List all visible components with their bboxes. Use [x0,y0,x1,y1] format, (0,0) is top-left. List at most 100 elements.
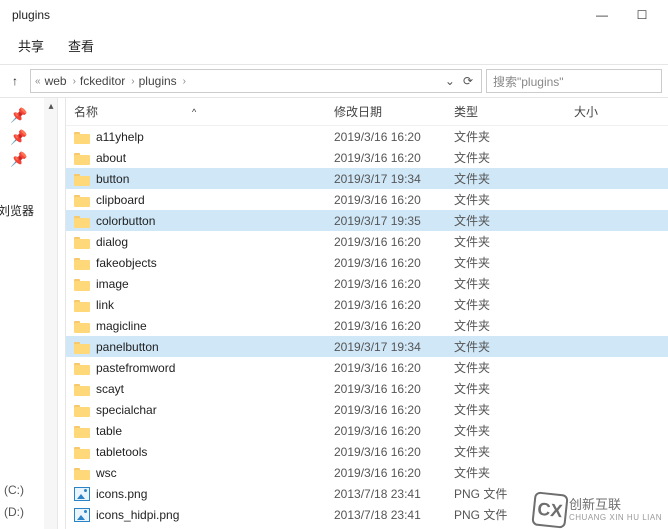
cell-type: 文件夹 [454,149,574,166]
cell-date: 2019/3/16 16:20 [334,256,454,270]
cell-date: 2019/3/16 16:20 [334,235,454,249]
folder-icon [74,340,90,354]
table-row[interactable]: dialog 2019/3/16 16:20文件夹 [66,231,668,252]
table-row[interactable]: clipboard 2019/3/16 16:20文件夹 [66,189,668,210]
table-row[interactable]: icons.png2013/7/18 23:41PNG 文件 [66,483,668,504]
cell-date: 2019/3/16 16:20 [334,382,454,396]
nav-up-button[interactable]: ↑ [0,74,30,88]
table-row[interactable]: colorbutton2019/3/17 19:35文件夹 [66,210,668,231]
search-placeholder: 搜索"plugins" [493,73,564,90]
breadcrumb[interactable]: « web › fckeditor › plugins › ⌄ ⟳ [30,69,482,93]
chevron-right-icon[interactable]: › [183,76,186,87]
sort-indicator-icon: ^ [192,107,196,117]
minimize-button[interactable]: — [582,1,622,29]
folder-icon [74,466,90,480]
maximize-button[interactable]: ☐ [622,1,662,29]
file-name: tabletools [96,445,147,459]
history-dropdown-icon[interactable]: ⌄ [445,74,455,88]
file-name: about [96,151,126,165]
breadcrumb-item-fckeditor[interactable]: fckeditor › [80,74,135,88]
cell-name: panelbutton [74,340,334,354]
table-row[interactable]: image2019/3/16 16:20文件夹 [66,273,668,294]
cell-name: button [74,172,334,186]
col-type[interactable]: 类型 [454,103,574,120]
file-name: fakeobjects [96,256,157,270]
tab-view[interactable]: 查看 [68,36,94,55]
cell-date: 2019/3/16 16:20 [334,193,454,207]
pin-icon[interactable]: 📌 [8,148,30,170]
col-size[interactable]: 大小 [574,103,668,120]
scroll-up-icon[interactable]: ▴ [44,98,58,114]
cell-type: 文件夹 [454,359,574,376]
file-name: scayt [96,382,124,396]
cell-name: a11yhelp [74,130,334,144]
drive-c[interactable]: (C:) [4,479,24,501]
col-type-label: 类型 [454,103,478,120]
cell-name: pastefromword [74,361,334,375]
cell-type: 文件夹 [454,191,574,208]
file-name: colorbutton [96,214,155,228]
col-date-label: 修改日期 [334,103,382,120]
up-arrow-icon: ↑ [12,74,18,88]
cell-name: link [74,298,334,312]
table-row[interactable]: tabletools2019/3/16 16:20文件夹 [66,441,668,462]
tab-share[interactable]: 共享 [18,36,44,55]
table-row[interactable]: wsc2019/3/16 16:20文件夹 [66,462,668,483]
pin-icon[interactable]: 📌 [8,104,30,126]
col-name[interactable]: 名称 ^ [74,103,334,120]
address-bar: ↑ « web › fckeditor › plugins › ⌄ ⟳ 搜索"p… [0,64,668,98]
chevron-right-icon[interactable]: › [131,76,134,87]
folder-icon [74,382,90,396]
nav-scrollbar[interactable]: ▴ [44,98,58,529]
breadcrumb-item-web[interactable]: web › [45,74,76,88]
cell-name: magicline [74,319,334,333]
table-row[interactable]: pastefromword2019/3/16 16:20文件夹 [66,357,668,378]
table-row[interactable]: magicline2019/3/16 16:20文件夹 [66,315,668,336]
ribbon-tabs: 共享 查看 [0,30,668,64]
col-size-label: 大小 [574,103,598,120]
table-row[interactable]: about2019/3/16 16:20文件夹 [66,147,668,168]
table-row[interactable]: table2019/3/16 16:20文件夹 [66,420,668,441]
cell-name: tabletools [74,445,334,459]
breadcrumb-overflow-icon[interactable]: « [35,76,41,87]
window-title: plugins [6,8,50,22]
cell-type: 文件夹 [454,401,574,418]
cell-type: 文件夹 [454,338,574,355]
drive-d[interactable]: (D:) [4,501,24,523]
table-row[interactable]: icons_hidpi.png2013/7/18 23:41PNG 文件 [66,504,668,525]
cell-date: 2013/7/18 23:41 [334,508,454,522]
cell-name: colorbutton [74,214,334,228]
cell-type: 文件夹 [454,443,574,460]
breadcrumb-item-plugins[interactable]: plugins › [139,74,186,88]
refresh-icon[interactable]: ⟳ [463,74,473,88]
nav-item-browser-truncated[interactable]: 刘览器 [0,202,34,219]
table-row[interactable]: button2019/3/17 19:34文件夹 [66,168,668,189]
folder-icon [74,277,90,291]
cell-type: 文件夹 [454,170,574,187]
file-name: icons_hidpi.png [96,508,179,522]
folder-icon [74,319,90,333]
file-name: dialog [96,235,128,249]
explorer-body: 📌 📌 📌 刘览器 (C:) (D:) ▴ 名称 ^ 修改日期 类型 大小 a1… [0,98,668,529]
pin-icon[interactable]: 📌 [8,126,30,148]
table-row[interactable]: link2019/3/16 16:20文件夹 [66,294,668,315]
breadcrumb-label: fckeditor [80,74,125,88]
col-date[interactable]: 修改日期 [334,103,454,120]
table-row[interactable]: fakeobjects2019/3/16 16:20文件夹 [66,252,668,273]
folder-icon [74,424,90,438]
table-row[interactable]: panelbutton2019/3/17 19:34文件夹 [66,336,668,357]
file-name: icons.png [96,487,147,501]
cell-type: 文件夹 [454,233,574,250]
file-name: clipboard [96,193,145,207]
chevron-right-icon[interactable]: › [73,76,76,87]
table-row[interactable]: a11yhelp2019/3/16 16:20文件夹 [66,126,668,147]
file-name: specialchar [96,403,157,417]
table-row[interactable]: specialchar2019/3/16 16:20文件夹 [66,399,668,420]
cell-name: dialog [74,235,334,249]
table-row[interactable]: scayt2019/3/16 16:20文件夹 [66,378,668,399]
breadcrumb-label: plugins [139,74,177,88]
file-name: link [96,298,114,312]
file-name: pastefromword [96,361,175,375]
search-input[interactable]: 搜索"plugins" [486,69,662,93]
folder-icon [74,235,90,249]
